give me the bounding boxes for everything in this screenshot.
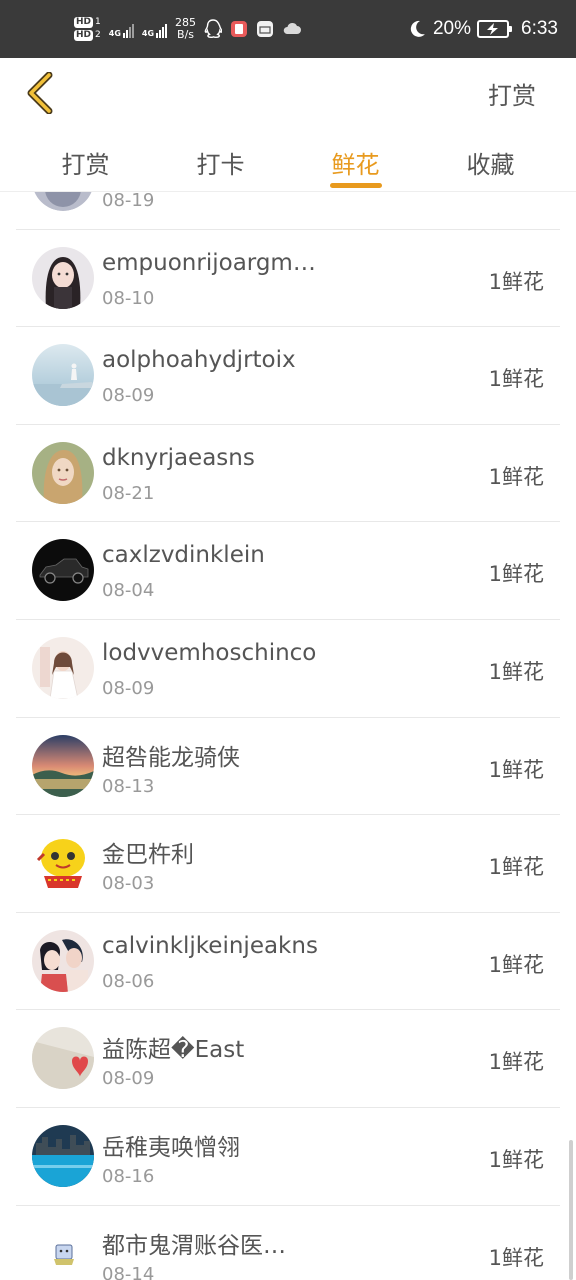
list-item[interactable]: empuonrijoargm… 08-10 1鲜花 xyxy=(16,230,560,328)
list-item[interactable]: caxlzvdinklein 08-04 1鲜花 xyxy=(16,522,560,620)
gift-date: 08-09 xyxy=(102,385,155,407)
avatar-heart-card[interactable] xyxy=(32,1027,94,1090)
network-speed: 285 B/s xyxy=(175,17,196,41)
tab-checkin[interactable]: 打卡 xyxy=(153,128,288,191)
tab-reward[interactable]: 打赏 xyxy=(0,128,153,191)
avatar-couple-illustration[interactable] xyxy=(32,929,94,992)
gift-date: 08-19 xyxy=(102,192,155,211)
gift-date: 08-13 xyxy=(102,775,155,797)
flower-count: 1鲜花 xyxy=(488,757,544,782)
flower-list[interactable]: 08-19 empuonrijoargm… 08-10 1鲜花 aolphoah… xyxy=(0,192,576,1280)
avatar-girl-dark-hair[interactable] xyxy=(32,246,94,309)
hd-number-2: 2 xyxy=(95,30,101,40)
reward-action-button[interactable]: 打赏 xyxy=(488,76,536,111)
tab-bar: 打赏 打卡 鲜花 收藏 xyxy=(0,128,576,192)
hd-indicators: HD 1 HD 2 xyxy=(74,17,101,41)
net-type-2: 4G xyxy=(141,29,155,38)
flower-count: 1鲜花 xyxy=(488,562,544,587)
avatar-yellow-cartoon[interactable] xyxy=(32,832,94,895)
chevron-left-icon xyxy=(27,72,53,114)
user-name: dknyrjaeasns xyxy=(102,444,255,471)
battery-percent: 20% xyxy=(432,18,472,39)
avatar-partial-avatar[interactable] xyxy=(32,192,94,211)
hd-badge-2: HD xyxy=(74,30,94,41)
flower-count: 1鲜花 xyxy=(488,1245,544,1270)
gift-date: 08-03 xyxy=(102,873,155,895)
gift-date: 08-09 xyxy=(102,1068,155,1090)
back-button[interactable] xyxy=(18,68,62,118)
flower-count: 1鲜花 xyxy=(488,855,544,880)
user-name: 超咎能龙骑侠 xyxy=(102,744,240,771)
net-type-1: 4G xyxy=(108,29,121,38)
user-name: 岳稚夷唤憎翎 xyxy=(102,1134,240,1161)
signal-1: 4G xyxy=(109,20,134,38)
gift-date: 08-21 xyxy=(102,482,155,504)
flower-count: 1鲜花 xyxy=(488,1050,544,1075)
avatar-figure-on-sea[interactable] xyxy=(32,344,94,407)
avatar-girl-white-dress[interactable] xyxy=(32,636,94,699)
active-tab-indicator xyxy=(329,183,382,188)
user-name: 金巴杵利 xyxy=(102,842,194,869)
avatar-sunset-landscape[interactable] xyxy=(32,734,94,797)
tab-flowers[interactable]: 鲜花 xyxy=(288,128,423,191)
gift-date: 08-14 xyxy=(102,1263,155,1280)
battery-charging-icon xyxy=(477,20,513,38)
user-name: 都市鬼渭账谷医… xyxy=(102,1232,286,1259)
list-item[interactable]: 08-19 xyxy=(16,192,560,230)
tab-label: 收藏 xyxy=(466,151,515,179)
avatar-small-sticker[interactable] xyxy=(32,1222,94,1280)
gift-date: 08-06 xyxy=(102,970,155,992)
flower-count: 1鲜花 xyxy=(488,367,544,392)
gift-date: 08-09 xyxy=(102,677,155,699)
qq-icon xyxy=(204,19,223,39)
hd-badge-1: HD xyxy=(74,17,94,28)
user-name: empuonrijoargm… xyxy=(102,249,316,276)
flower-count: 1鲜花 xyxy=(488,1147,544,1172)
user-name: calvinkljkeinjeakns xyxy=(102,932,318,959)
moon-icon xyxy=(407,19,427,39)
signal-2: 4G xyxy=(141,20,168,38)
list-item[interactable]: lodvvemhoschinco 08-09 1鲜花 xyxy=(16,620,560,718)
flower-list-content: 08-19 empuonrijoargm… 08-10 1鲜花 aolphoah… xyxy=(0,192,576,1280)
white-app-icon xyxy=(256,20,274,38)
clock: 6:33 xyxy=(521,18,558,39)
gift-date: 08-04 xyxy=(102,580,155,602)
flower-count: 1鲜花 xyxy=(488,952,544,977)
gift-date: 08-10 xyxy=(102,287,155,309)
user-name: caxlzvdinklein xyxy=(102,542,265,569)
flower-count: 1鲜花 xyxy=(488,464,544,489)
user-name: aolphoahydjrtoix xyxy=(102,347,296,374)
status-bar: HD 1 HD 2 4G 4G 285 B/s 20% 6:33 xyxy=(0,0,576,58)
list-item[interactable]: dknyrjaeasns 08-21 1鲜花 xyxy=(16,425,560,523)
speed-unit: B/s xyxy=(177,28,195,41)
cloud-icon xyxy=(282,22,302,36)
user-name: lodvvemhoschinco xyxy=(102,639,317,666)
list-item[interactable]: 都市鬼渭账谷医… 08-14 1鲜花 xyxy=(16,1206,560,1280)
tab-label: 鲜花 xyxy=(331,151,380,179)
hd-number-1: 1 xyxy=(95,17,101,27)
list-item[interactable]: 超咎能龙骑侠 08-13 1鲜花 xyxy=(16,718,560,816)
signal-bars-icon xyxy=(156,20,168,38)
user-name: 益陈超�East xyxy=(102,1037,245,1064)
signal-bars-icon xyxy=(122,20,134,38)
flower-count: 1鲜花 xyxy=(488,269,544,294)
red-app-icon xyxy=(230,20,248,38)
tab-label: 打赏 xyxy=(61,151,110,179)
gift-date: 08-16 xyxy=(102,1165,155,1187)
list-item[interactable]: 益陈超�East 08-09 1鲜花 xyxy=(16,1010,560,1108)
list-item[interactable]: 岳稚夷唤憎翎 08-16 1鲜花 xyxy=(16,1108,560,1206)
tab-label: 打卡 xyxy=(196,151,245,179)
tab-favorites[interactable]: 收藏 xyxy=(423,128,576,191)
list-item[interactable]: 金巴杵利 08-03 1鲜花 xyxy=(16,815,560,913)
list-item[interactable]: aolphoahydjrtoix 08-09 1鲜花 xyxy=(16,327,560,425)
avatar-girl-blonde[interactable] xyxy=(32,441,94,504)
scrollbar[interactable] xyxy=(569,1140,573,1280)
app-header: 打赏 xyxy=(0,58,576,128)
avatar-city-blue[interactable] xyxy=(32,1124,94,1187)
avatar-black-car[interactable] xyxy=(32,539,94,602)
flower-count: 1鲜花 xyxy=(488,659,544,684)
list-item[interactable]: calvinkljkeinjeakns 08-06 1鲜花 xyxy=(16,913,560,1011)
